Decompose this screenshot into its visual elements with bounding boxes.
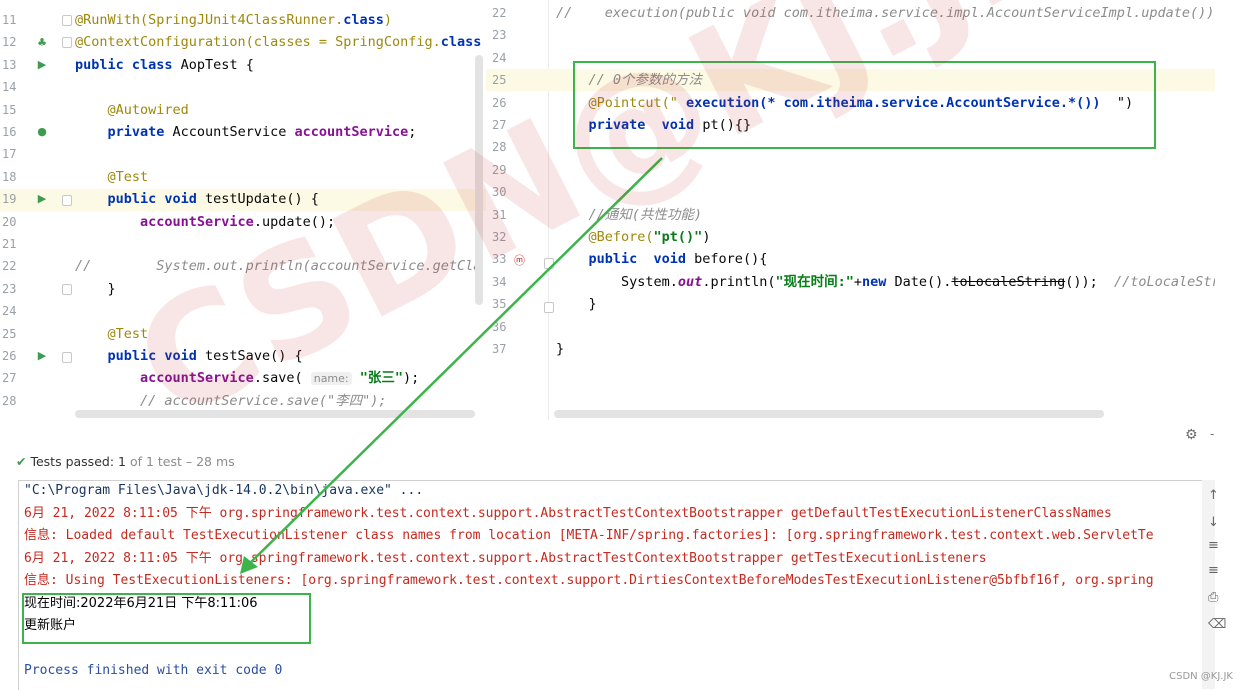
footer-credit: CSDN @KJ.JK: [1169, 671, 1233, 682]
annotation-arrow: [240, 157, 663, 574]
